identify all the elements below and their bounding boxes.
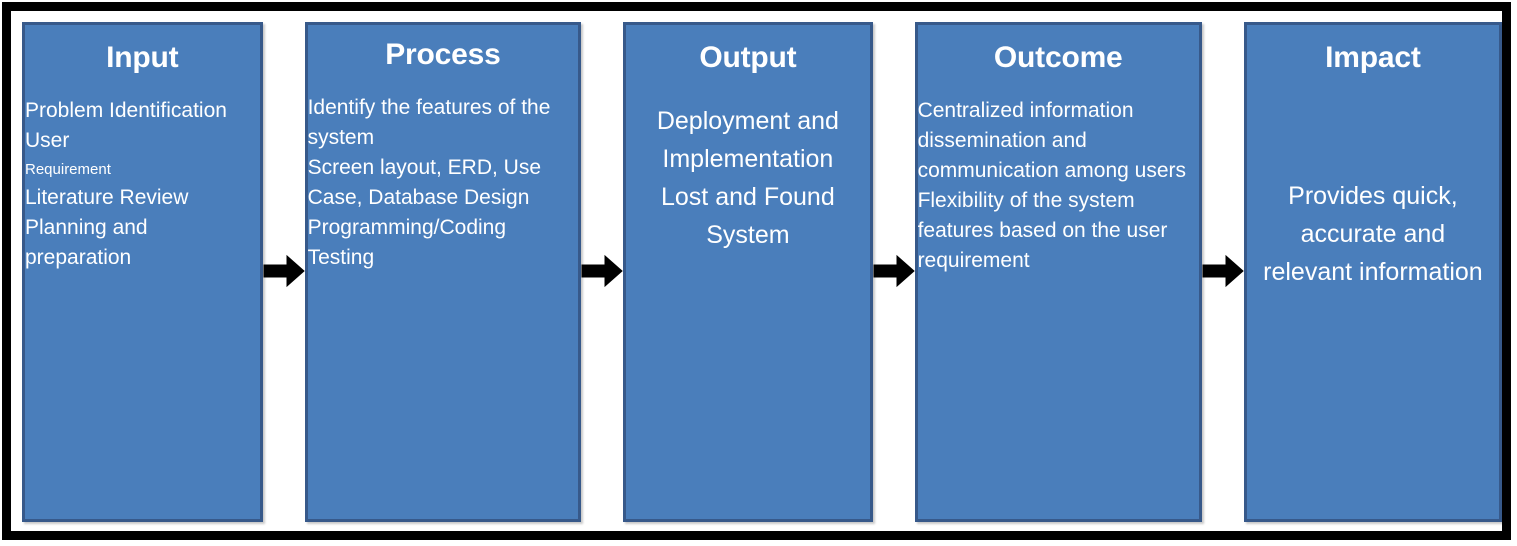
stage-impact-body: Provides quick, accurate and relevant in…: [1263, 181, 1483, 286]
stage-impact-title: Impact: [1325, 41, 1421, 74]
stage-outcome-body: Centralized information dissemination an…: [918, 96, 1199, 276]
right-arrow-icon: [873, 254, 915, 288]
list-item-text: Flexibility of the system features based…: [917, 188, 1168, 272]
stage-output-title: Output: [699, 41, 797, 74]
process-flow: Input Problem Identification User Require…: [11, 11, 1502, 531]
list-item-subtext: Requirement: [25, 160, 111, 178]
list-item: Centralized information dissemination an…: [918, 96, 1199, 186]
list-item: Identify the features of the system: [308, 93, 579, 153]
arrow-gap-3: [873, 11, 915, 531]
stage-output-body: Deployment and Implementation Lost and F…: [656, 106, 839, 249]
diagram-canvas: Input Problem Identification User Require…: [0, 0, 1517, 546]
stage-process-list: Identify the features of the system Scre…: [308, 93, 579, 273]
stage-output[interactable]: Output Deployment and Implementation Los…: [623, 22, 873, 522]
right-arrow-icon: [581, 254, 623, 288]
right-arrow-icon: [263, 254, 305, 288]
list-item-text: Testing: [307, 245, 375, 269]
list-item: Problem Identification: [25, 96, 260, 126]
list-item: Programming/Coding: [308, 213, 579, 243]
list-item: Literature Review: [25, 183, 260, 213]
list-item: User Requirement: [25, 126, 260, 183]
stage-impact[interactable]: Impact Provides quick, accurate and rele…: [1243, 22, 1502, 522]
stage-outcome[interactable]: Outcome Centralized information dissemin…: [914, 22, 1202, 522]
stage-input-body: Problem Identification User Requirement L…: [25, 96, 260, 273]
list-item-text: Literature Review: [25, 185, 189, 209]
list-item-text: Identify the features of the system: [307, 95, 551, 149]
list-item: Screen layout, ERD, Use Case, Database D…: [308, 153, 579, 213]
list-item: Testing: [308, 243, 579, 273]
stage-input-list: Problem Identification User Requirement L…: [25, 96, 260, 273]
arrow-gap-2: [581, 11, 623, 531]
stage-process-body: Identify the features of the system Scre…: [308, 93, 579, 273]
stage-input-title: Input: [106, 41, 179, 74]
list-item-text: Screen layout, ERD, Use Case, Database D…: [307, 155, 542, 209]
stage-outcome-title: Outcome: [993, 41, 1123, 74]
list-item-text: Programming/Coding: [307, 215, 507, 239]
stage-input[interactable]: Input Problem Identification User Require…: [22, 22, 263, 522]
stage-process-title: Process: [385, 38, 501, 71]
right-arrow-icon: [1202, 254, 1244, 288]
list-item: Planning and preparation: [25, 213, 260, 273]
list-item: Flexibility of the system features based…: [918, 186, 1199, 276]
arrow-gap-4: [1202, 11, 1244, 531]
list-item-text: Centralized information dissemination an…: [917, 98, 1187, 182]
list-item-text: Problem Identification: [25, 98, 227, 122]
list-item-text: User: [25, 128, 70, 152]
arrow-gap-1: [263, 11, 305, 531]
list-item-text: Planning and preparation: [25, 215, 148, 269]
stage-outcome-list: Centralized information dissemination an…: [918, 96, 1199, 276]
stage-process[interactable]: Process Identify the features of the sys…: [304, 22, 582, 522]
